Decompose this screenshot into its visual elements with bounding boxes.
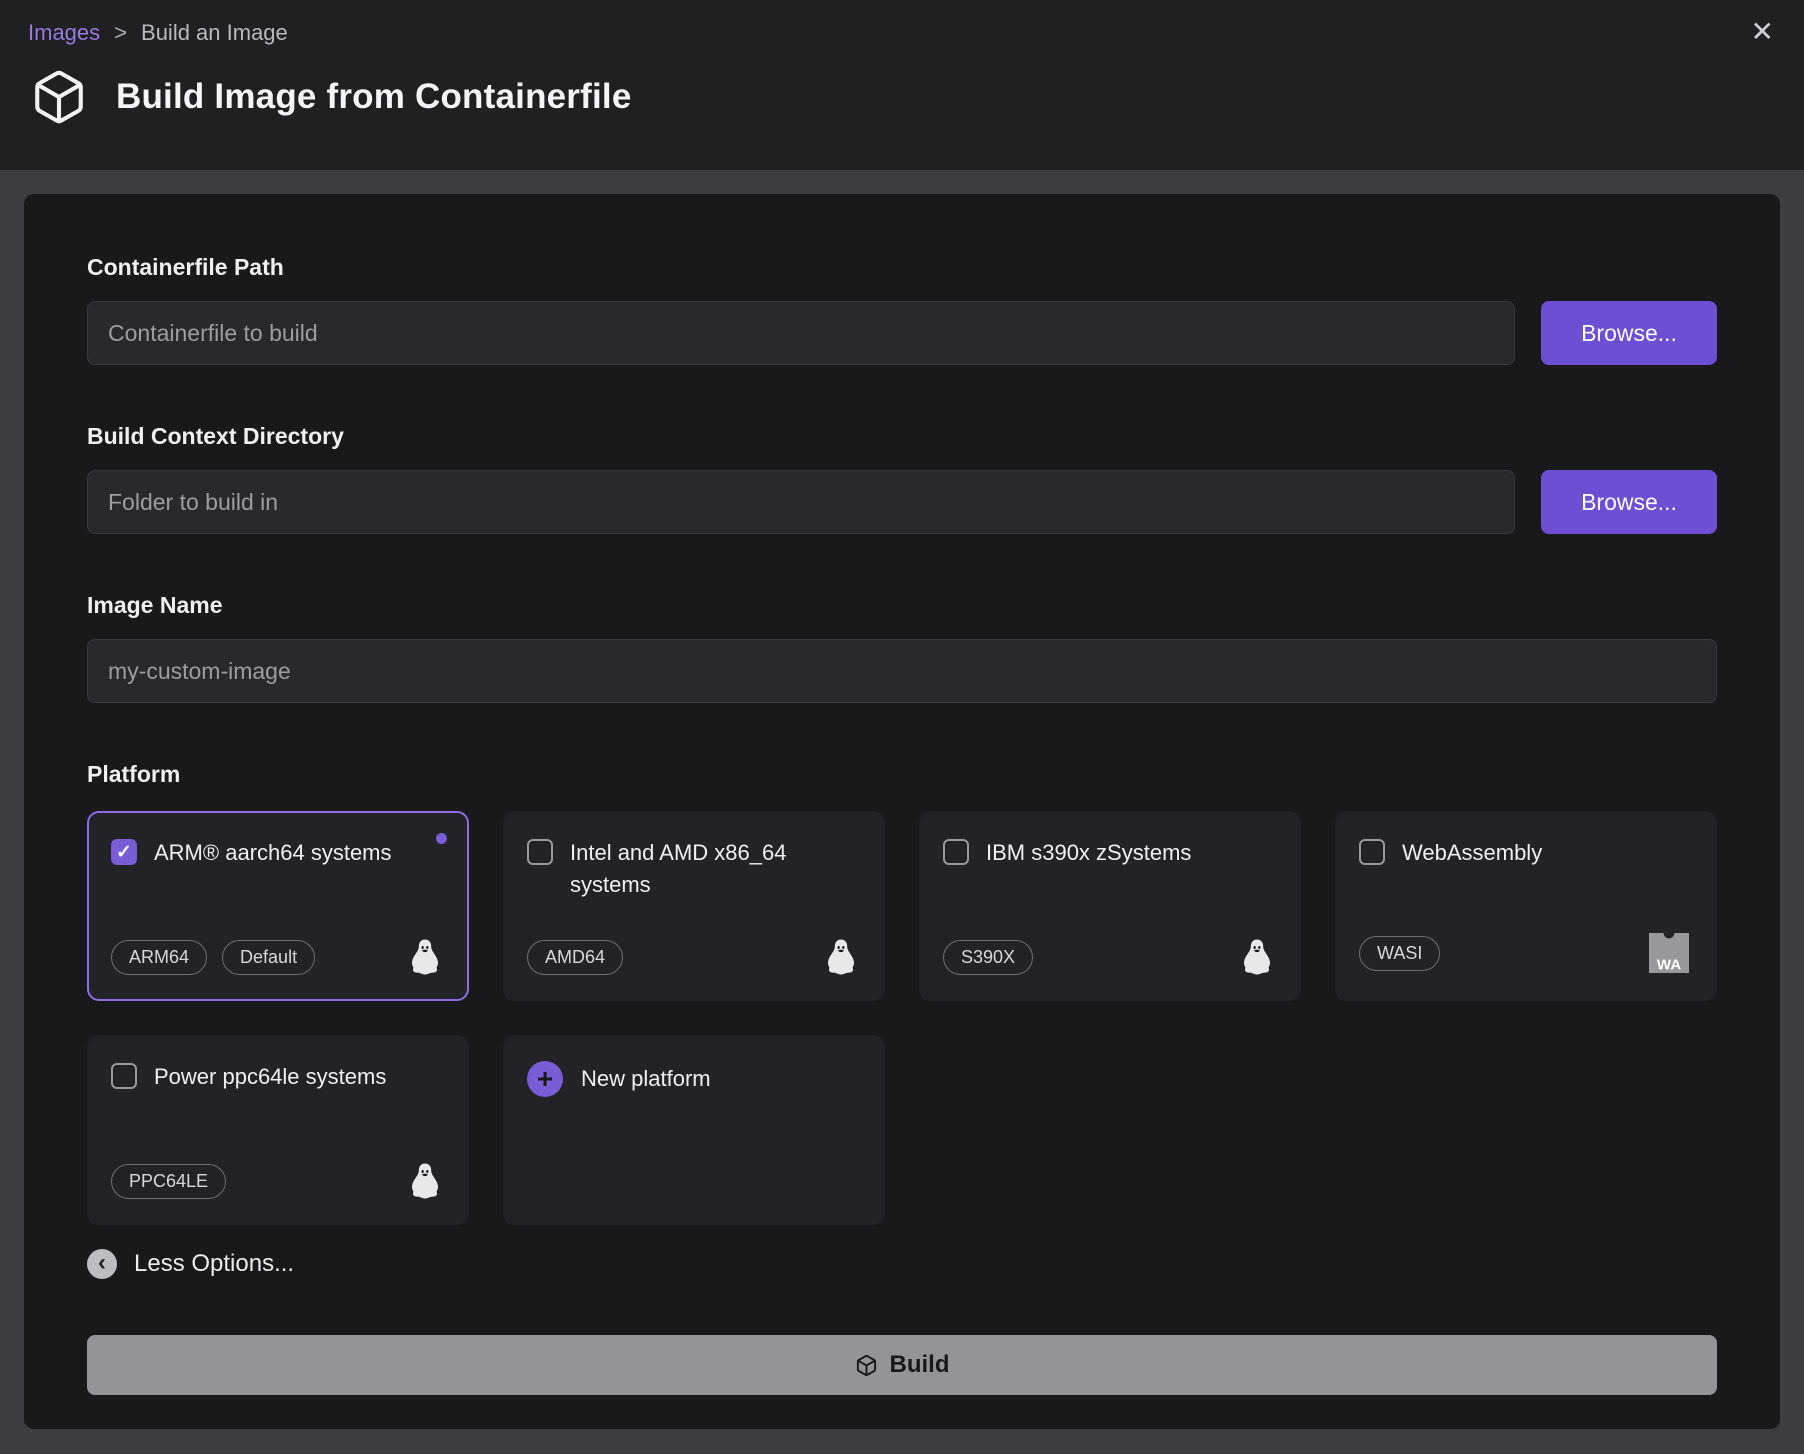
platform-title: IBM s390x zSystems [986, 837, 1205, 869]
platform-title: ARM® aarch64 systems [154, 837, 406, 869]
platform-label: Platform [87, 761, 1717, 788]
containerfile-path-label: Containerfile Path [87, 254, 1717, 281]
image-name-label: Image Name [87, 592, 1717, 619]
page-header: Images > Build an Image ✕ Build Image fr… [0, 0, 1804, 170]
containerfile-path-row: Browse... [87, 301, 1717, 365]
arch-badge: WASI [1359, 936, 1440, 971]
arch-badge: ARM64 [111, 940, 207, 975]
default-badge: Default [222, 940, 315, 975]
platform-card-wasm[interactable]: WebAssembly WASI WA [1335, 811, 1717, 1001]
platform-checkbox-amd64[interactable] [527, 839, 553, 865]
platform-title: Power ppc64le systems [154, 1061, 400, 1093]
containerfile-path-input[interactable] [87, 301, 1515, 365]
build-button-label: Build [890, 1351, 950, 1379]
breadcrumb: Images > Build an Image [28, 20, 1776, 46]
image-name-row [87, 639, 1717, 703]
linux-icon [405, 1161, 445, 1201]
build-cube-icon [855, 1354, 878, 1377]
platform-card-s390x[interactable]: IBM s390x zSystems S390X [919, 811, 1301, 1001]
title-row: Build Image from Containerfile [28, 66, 1776, 128]
linux-icon [1237, 937, 1277, 977]
build-context-row: Browse... [87, 470, 1717, 534]
context-browse-button[interactable]: Browse... [1541, 470, 1717, 534]
containerfile-browse-button[interactable]: Browse... [1541, 301, 1717, 365]
build-button[interactable]: Build [87, 1335, 1717, 1395]
platform-checkbox-wasm[interactable] [1359, 839, 1385, 865]
platform-card-ppc64le[interactable]: Power ppc64le systems PPC64LE [87, 1035, 469, 1225]
platform-checkbox-arm64[interactable] [111, 839, 137, 865]
breadcrumb-current: Build an Image [141, 20, 288, 46]
platform-title: New platform [581, 1063, 725, 1095]
image-name-input[interactable] [87, 639, 1717, 703]
selected-indicator-dot [436, 833, 447, 844]
content-area: Containerfile Path Browse... Build Conte… [0, 170, 1804, 1453]
platform-card-new-platform[interactable]: + New platform [503, 1035, 885, 1225]
linux-icon [405, 937, 445, 977]
arch-badge: AMD64 [527, 940, 623, 975]
arch-badge: PPC64LE [111, 1164, 226, 1199]
platform-card-amd64[interactable]: Intel and AMD x86_64 systems AMD64 [503, 811, 885, 1001]
wasm-label-text: WA [1657, 956, 1681, 973]
build-form-panel: Containerfile Path Browse... Build Conte… [24, 194, 1780, 1429]
arch-badge: S390X [943, 940, 1033, 975]
linux-icon [821, 937, 861, 977]
breadcrumb-images-link[interactable]: Images [28, 20, 100, 46]
breadcrumb-separator: > [114, 20, 127, 46]
less-options-toggle[interactable]: ‹ Less Options... [87, 1249, 294, 1279]
webassembly-icon: WA [1645, 929, 1693, 977]
close-icon[interactable]: ✕ [1751, 18, 1774, 46]
platform-title: Intel and AMD x86_64 systems [570, 837, 861, 901]
plus-icon: + [527, 1061, 563, 1097]
build-context-label: Build Context Directory [87, 423, 1717, 450]
less-options-label: Less Options... [134, 1250, 294, 1278]
page-title: Build Image from Containerfile [116, 77, 632, 117]
platform-checkbox-s390x[interactable] [943, 839, 969, 865]
build-context-input[interactable] [87, 470, 1515, 534]
platform-title: WebAssembly [1402, 837, 1556, 869]
container-cube-icon [28, 66, 90, 128]
platform-checkbox-ppc64le[interactable] [111, 1063, 137, 1089]
platform-grid: ARM® aarch64 systems ARM64 Default [87, 811, 1717, 1225]
platform-card-arm64[interactable]: ARM® aarch64 systems ARM64 Default [87, 811, 469, 1001]
chevron-left-circle-icon: ‹ [87, 1249, 117, 1279]
